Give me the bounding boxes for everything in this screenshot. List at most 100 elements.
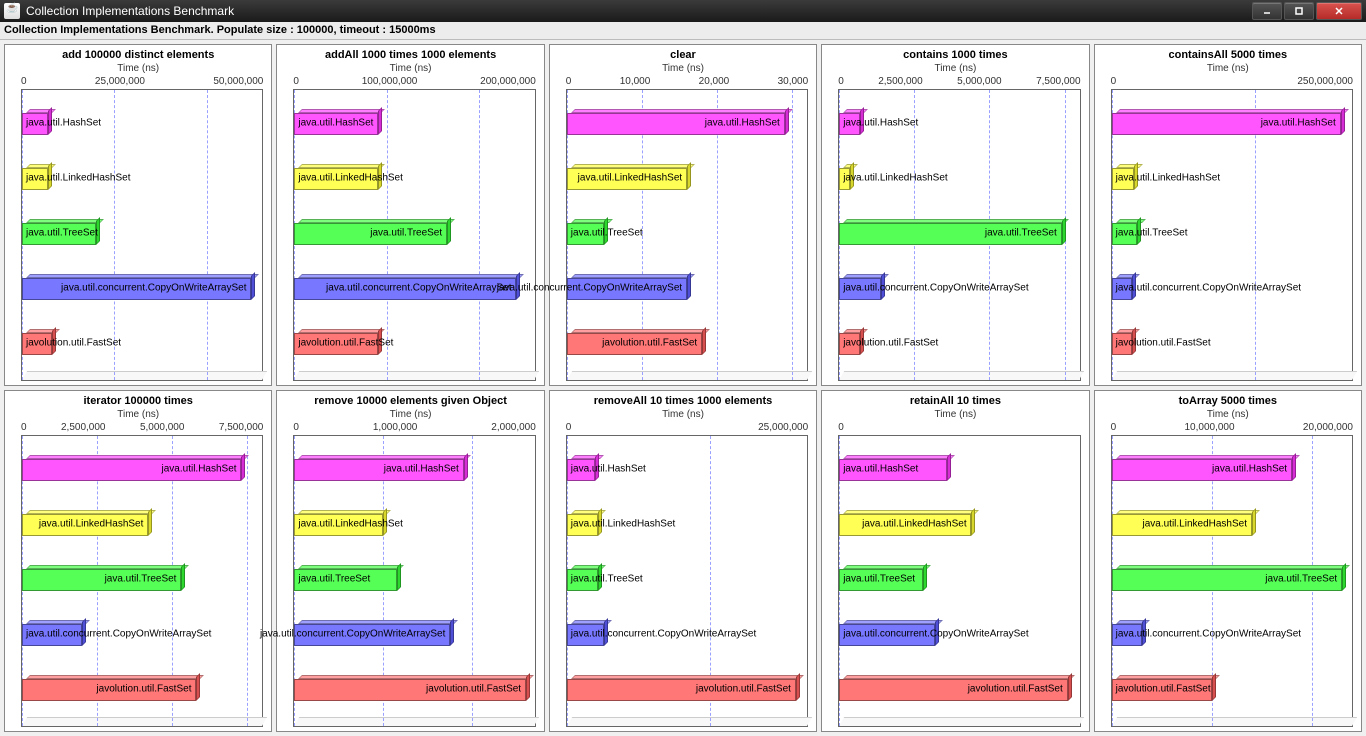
- bar-label: javolution.util.FastSet: [96, 684, 191, 695]
- bar: javolution.util.FastSet: [294, 320, 534, 364]
- minimize-button[interactable]: [1252, 2, 1282, 20]
- bar-label: java.util.HashSet: [1212, 463, 1287, 474]
- chart-title: retainAll 10 times: [824, 395, 1086, 407]
- axis-tick: 10,000,000: [1185, 422, 1235, 433]
- java-icon: [4, 3, 20, 19]
- bar: java.util.LinkedHashSet: [22, 155, 262, 199]
- axis-tick: 2,500,000: [878, 76, 923, 87]
- bar: javolution.util.FastSet: [294, 666, 534, 710]
- bar-label: java.util.HashSet: [843, 463, 918, 474]
- bar-label: java.util.concurrent.CopyOnWriteArraySet: [260, 629, 445, 640]
- axis-tick: 25,000,000: [758, 422, 808, 433]
- bar-label: java.util.LinkedHashSet: [298, 172, 403, 183]
- axis-label: Time (ns): [7, 409, 269, 420]
- bar: java.util.TreeSet: [839, 210, 1079, 254]
- axis-tick: 10,000: [620, 76, 651, 87]
- bar-label: javolution.util.FastSet: [1116, 684, 1211, 695]
- axis-tick: 5,000,000: [957, 76, 1002, 87]
- plot-area: java.util.HashSetjava.util.LinkedHashSet…: [21, 89, 263, 381]
- chart-title: addAll 1000 times 1000 elements: [279, 49, 541, 61]
- axis-tick: 25,000,000: [95, 76, 145, 87]
- chart-title: removeAll 10 times 1000 elements: [552, 395, 814, 407]
- bar-label: java.util.LinkedHashSet: [862, 518, 967, 529]
- axis-ticks: 0: [838, 422, 1080, 433]
- bar-label: java.util.HashSet: [1261, 117, 1336, 128]
- maximize-button[interactable]: [1284, 2, 1314, 20]
- axis-ticks: 02,500,0005,000,0007,500,000: [838, 76, 1080, 87]
- axis-ticks: 025,000,00050,000,000: [21, 76, 263, 87]
- axis-ticks: 010,000,00020,000,000: [1111, 422, 1353, 433]
- bar: java.util.TreeSet: [1112, 210, 1352, 254]
- bar-label: java.util.HashSet: [571, 463, 646, 474]
- window-titlebar: Collection Implementations Benchmark: [0, 0, 1366, 22]
- chart-panel: toArray 5000 timesTime (ns)010,000,00020…: [1094, 390, 1362, 732]
- chart-panel: iterator 100000 timesTime (ns)02,500,000…: [4, 390, 272, 732]
- bar-label: java.util.LinkedHashSet: [1116, 172, 1221, 183]
- axis-tick: 0: [566, 422, 572, 433]
- axis-label: Time (ns): [279, 409, 541, 420]
- chart-panel: clearTime (ns)010,00020,00030,000java.ut…: [549, 44, 817, 386]
- axis-label: Time (ns): [1097, 63, 1359, 74]
- bar-label: java.util.LinkedHashSet: [26, 172, 131, 183]
- bar: java.util.HashSet: [22, 446, 262, 490]
- chart-title: contains 1000 times: [824, 49, 1086, 61]
- axis-tick: 7,500,000: [219, 422, 264, 433]
- bar: java.util.HashSet: [567, 446, 807, 490]
- bar: java.util.LinkedHashSet: [294, 501, 534, 545]
- bar: java.util.TreeSet: [567, 556, 807, 600]
- bar-label: java.util.LinkedHashSet: [578, 172, 683, 183]
- bar-label: java.util.TreeSet: [985, 228, 1057, 239]
- bar: java.util.HashSet: [1112, 446, 1352, 490]
- bar: java.util.HashSet: [567, 100, 807, 144]
- bar-label: java.util.concurrent.CopyOnWriteArraySet: [571, 629, 756, 640]
- axis-tick: 0: [21, 76, 27, 87]
- bar-label: javolution.util.FastSet: [26, 338, 121, 349]
- bar: javolution.util.FastSet: [567, 320, 807, 364]
- axis-tick: 30,000: [778, 76, 809, 87]
- axis-ticks: 010,00020,00030,000: [566, 76, 808, 87]
- bar: java.util.concurrent.CopyOnWriteArraySet: [567, 265, 807, 309]
- bar: java.util.TreeSet: [839, 556, 1079, 600]
- bar: java.util.TreeSet: [294, 556, 534, 600]
- close-button[interactable]: [1316, 2, 1362, 20]
- chart-panel: add 100000 distinct elementsTime (ns)025…: [4, 44, 272, 386]
- bar: java.util.TreeSet: [1112, 556, 1352, 600]
- axis-tick: 1,000,000: [373, 422, 418, 433]
- axis-label: Time (ns): [824, 63, 1086, 74]
- axis-tick: 100,000,000: [362, 76, 418, 87]
- axis-tick: 0: [1111, 76, 1117, 87]
- bar: java.util.HashSet: [294, 100, 534, 144]
- chart-title: clear: [552, 49, 814, 61]
- axis-tick: 0: [838, 422, 844, 433]
- axis-tick: 20,000: [699, 76, 730, 87]
- plot-area: java.util.HashSet java.util.LinkedHashSet…: [293, 89, 535, 381]
- bar: java.util.TreeSet: [294, 210, 534, 254]
- bar-label: java.util.HashSet: [162, 463, 237, 474]
- bar: java.util.LinkedHashSet: [294, 155, 534, 199]
- bar-label: java.util.TreeSet: [843, 574, 915, 585]
- plot-area: java.util.HashSetjava.util.LinkedHashSet…: [566, 435, 808, 727]
- bar-label: java.util.TreeSet: [571, 228, 643, 239]
- axis-tick: 2,000,000: [491, 422, 536, 433]
- axis-tick: 0: [838, 76, 844, 87]
- bar: java.util.concurrent.CopyOnWriteArraySet: [22, 611, 262, 655]
- axis-ticks: 02,500,0005,000,0007,500,000: [21, 422, 263, 433]
- axis-ticks: 01,000,0002,000,000: [293, 422, 535, 433]
- bar-label: java.util.concurrent.CopyOnWriteArraySet: [843, 629, 1028, 640]
- plot-area: java.util.HashSetjava.util.LinkedHashSet…: [1111, 435, 1353, 727]
- window-title: Collection Implementations Benchmark: [26, 4, 1252, 18]
- bar: java.util.concurrent.CopyOnWriteArraySet: [294, 611, 534, 655]
- axis-tick: 2,500,000: [61, 422, 106, 433]
- axis-tick: 0: [1111, 422, 1117, 433]
- plot-area: java.util.HashSetjava.util.LinkedHashSet…: [838, 89, 1080, 381]
- plot-area: java.util.HashSetjava.util.LinkedHashSet…: [21, 435, 263, 727]
- window-buttons: [1252, 2, 1362, 20]
- bar-label: java.util.HashSet: [384, 463, 459, 474]
- bar-label: javolution.util.FastSet: [968, 684, 1063, 695]
- bar: javolution.util.FastSet: [567, 666, 807, 710]
- bar: java.util.LinkedHashSet: [839, 501, 1079, 545]
- axis-ticks: 0 25,000,000: [566, 422, 808, 433]
- bar: java.util.concurrent.CopyOnWriteArraySet: [839, 265, 1079, 309]
- bar: java.util.TreeSet: [567, 210, 807, 254]
- bar: java.util.HashSet: [839, 100, 1079, 144]
